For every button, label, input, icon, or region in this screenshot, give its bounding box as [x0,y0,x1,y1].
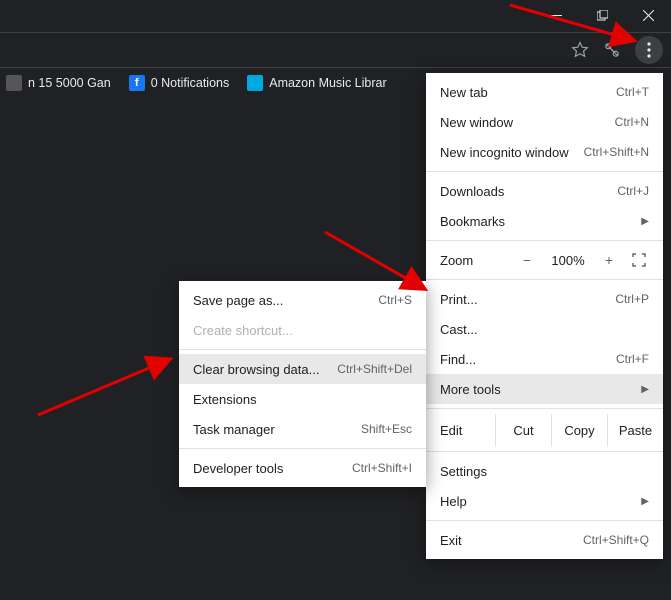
url-bar [0,32,671,68]
screenshot-icon[interactable] [603,41,621,59]
menu-more-tools[interactable]: More tools▶ [426,374,663,404]
menu-exit[interactable]: ExitCtrl+Shift+Q [426,525,663,555]
amazon-music-icon [247,75,263,91]
separator [426,451,663,452]
more-icon[interactable] [635,36,663,64]
submenu-developer-tools[interactable]: Developer toolsCtrl+Shift+I [179,453,426,483]
bookmark-label: 0 Notifications [151,76,230,90]
caret-right-icon: ▶ [641,216,649,227]
menu-zoom: Zoom − 100% + [426,245,663,275]
cut-button[interactable]: Cut [495,414,551,447]
caret-right-icon: ▶ [641,496,649,507]
submenu-task-manager[interactable]: Task managerShift+Esc [179,414,426,444]
more-tools-submenu: Save page as...Ctrl+S Create shortcut...… [179,281,426,487]
separator [426,279,663,280]
menu-print[interactable]: Print...Ctrl+P [426,284,663,314]
submenu-create-shortcut: Create shortcut... [179,315,426,345]
caret-right-icon: ▶ [641,384,649,395]
menu-downloads[interactable]: DownloadsCtrl+J [426,176,663,206]
separator [179,448,426,449]
menu-new-window[interactable]: New windowCtrl+N [426,107,663,137]
submenu-clear-browsing-data[interactable]: Clear browsing data...Ctrl+Shift+Del [179,354,426,384]
facebook-icon: f [129,75,145,91]
menu-new-tab[interactable]: New tabCtrl+T [426,77,663,107]
separator [179,349,426,350]
minimize-button[interactable] [533,0,579,30]
zoom-out-button[interactable]: − [515,252,539,268]
submenu-save-page[interactable]: Save page as...Ctrl+S [179,285,426,315]
menu-find[interactable]: Find...Ctrl+F [426,344,663,374]
zoom-value: 100% [547,253,589,268]
separator [426,408,663,409]
copy-button[interactable]: Copy [551,414,607,447]
menu-help[interactable]: Help▶ [426,486,663,516]
submenu-extensions[interactable]: Extensions [179,384,426,414]
bookmark-label: Amazon Music Librar [269,76,386,90]
menu-new-incognito[interactable]: New incognito windowCtrl+Shift+N [426,137,663,167]
bookmark-item[interactable]: n 15 5000 Gan [6,75,111,91]
close-button[interactable] [625,0,671,30]
fullscreen-icon[interactable] [629,253,649,267]
window-controls [533,0,671,30]
paste-button[interactable]: Paste [607,414,663,447]
separator [426,240,663,241]
maximize-button[interactable] [579,0,625,30]
separator [426,520,663,521]
menu-bookmarks[interactable]: Bookmarks▶ [426,206,663,236]
separator [426,171,663,172]
bookmark-item[interactable]: f 0 Notifications [129,75,230,91]
menu-cast[interactable]: Cast... [426,314,663,344]
zoom-in-button[interactable]: + [597,252,621,268]
main-menu: New tabCtrl+T New windowCtrl+N New incog… [426,73,663,559]
bookmarks-bar: n 15 5000 Gan f 0 Notifications Amazon M… [0,68,387,98]
bookmark-item[interactable]: Amazon Music Librar [247,75,386,91]
bookmark-label: n 15 5000 Gan [28,76,111,90]
star-icon[interactable] [571,41,589,59]
menu-settings[interactable]: Settings [426,456,663,486]
menu-edit: Edit Cut Copy Paste [426,413,663,447]
bookmark-icon [6,75,22,91]
